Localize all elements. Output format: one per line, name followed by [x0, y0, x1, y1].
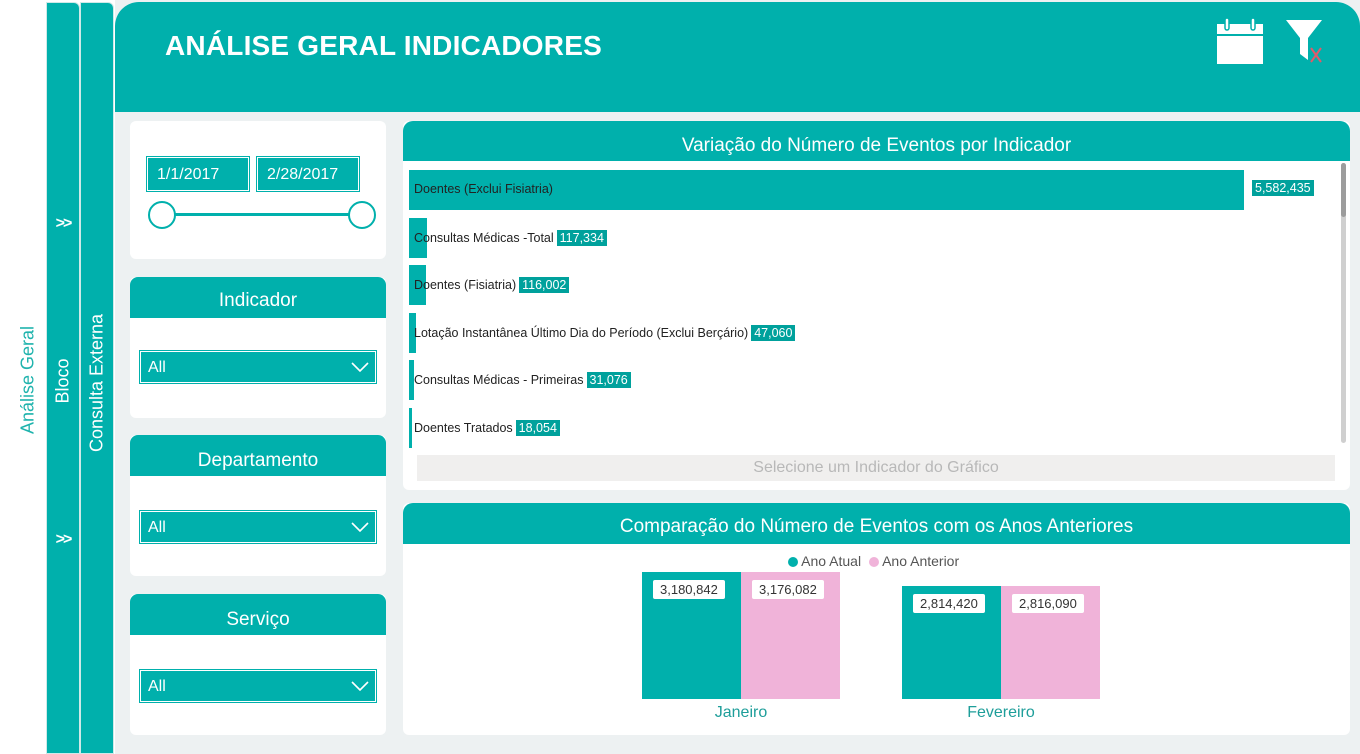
- column-value-label: 3,176,082: [752, 580, 824, 599]
- calendar-icon[interactable]: [1215, 16, 1265, 64]
- bar-category-label: Doentes (Fisiatria) 116,002: [414, 277, 570, 293]
- column-chart-title: Comparação do Número de Eventos com os A…: [403, 503, 1350, 544]
- end-date-handle[interactable]: [348, 201, 376, 229]
- nav-label-consulta-externa[interactable]: Consulta Externa: [87, 314, 108, 452]
- date-range-slicer: 1/1/2017 2/28/2017: [130, 121, 386, 259]
- bar-value-label: 117,334: [556, 229, 607, 246]
- bar-chart-title: Variação do Número de Eventos por Indica…: [403, 121, 1350, 161]
- start-date-handle[interactable]: [148, 201, 176, 229]
- servico-dropdown[interactable]: All: [140, 670, 376, 702]
- indicador-slicer: Indicador All: [130, 277, 386, 418]
- end-date-input[interactable]: 2/28/2017: [257, 157, 359, 191]
- chevron-down-icon: [351, 681, 369, 691]
- column-value-label: 3,180,842: [653, 580, 725, 599]
- bar[interactable]: [409, 407, 412, 448]
- category-text: Lotação Instantânea Último Dia do Períod…: [414, 325, 749, 340]
- departamento-dropdown-value: All: [148, 519, 166, 536]
- filter-clear-icon[interactable]: [1284, 18, 1332, 66]
- servico-dropdown-value: All: [148, 678, 166, 695]
- category-text: Doentes Tratados: [414, 420, 513, 435]
- legend-label-anterior[interactable]: Ano Anterior: [882, 553, 959, 569]
- indicador-slicer-title: Indicador: [130, 277, 386, 318]
- bar-value-label: 116,002: [519, 277, 570, 293]
- bar-category-label: Consultas Médicas -Total 117,334: [414, 229, 607, 246]
- legend-marker-anterior: [868, 557, 879, 567]
- departamento-dropdown[interactable]: All: [140, 511, 376, 543]
- expand-chevron-icon[interactable]: >>: [47, 531, 79, 549]
- legend-marker-atual: [788, 557, 798, 567]
- date-range-track[interactable]: [162, 213, 362, 216]
- departamento-slicer: Departamento All: [130, 435, 386, 576]
- chevron-down-icon: [351, 362, 369, 372]
- column-value-label: 2,816,090: [1012, 594, 1084, 613]
- category-text: Consultas Médicas - Primeiras: [414, 373, 584, 387]
- servico-slicer-title: Serviço: [130, 594, 386, 635]
- column-category-label: Janeiro: [714, 704, 768, 721]
- indicador-dropdown[interactable]: All: [140, 351, 376, 383]
- expand-chevron-icon[interactable]: >>: [47, 215, 79, 233]
- scrollbar-thumb[interactable]: [1341, 163, 1346, 217]
- year-comparison-chart: Comparação do Número de Eventos com os A…: [403, 503, 1350, 735]
- chevron-down-icon: [351, 522, 369, 532]
- chart-legend: Ano Atual Ano Anterior: [788, 553, 959, 569]
- nav-label-bloco[interactable]: Bloco: [53, 358, 74, 403]
- category-text: Doentes (Exclui Fisiatria): [414, 182, 553, 196]
- bar-category-label: Lotação Instantânea Último Dia do Períod…: [414, 324, 796, 341]
- bar-value-label: 31,076: [586, 372, 631, 388]
- legend-label-atual[interactable]: Ano Atual: [801, 553, 861, 569]
- bar-category-label: Consultas Médicas - Primeiras 31,076: [414, 372, 631, 388]
- page-title: ANÁLISE GERAL INDICADORES: [165, 30, 602, 61]
- bar-category-label: Doentes (Exclui Fisiatria): [414, 182, 553, 196]
- nav-strip-analise-geral[interactable]: Análise Geral: [0, 0, 46, 754]
- nav-strip-consulta-externa[interactable]: Consulta Externa: [80, 2, 114, 754]
- column-category-label: Fevereiro: [967, 704, 1035, 721]
- indicator-bar-chart: Variação do Número de Eventos por Indica…: [403, 121, 1350, 490]
- category-text: Consultas Médicas -Total: [414, 230, 554, 245]
- start-date-input[interactable]: 1/1/2017: [147, 157, 249, 191]
- column-value-label: 2,814,420: [913, 594, 985, 613]
- bar-value-label: 5,582,435: [1252, 180, 1314, 196]
- bar-category-label: Doentes Tratados 18,054: [414, 419, 560, 436]
- bar-value-label: 18,054: [515, 419, 560, 436]
- bar-value-label: 47,060: [751, 324, 796, 341]
- servico-slicer: Serviço All: [130, 594, 386, 735]
- select-indicator-hint: Selecione um Indicador do Gráfico: [417, 455, 1335, 481]
- nav-label-analise-geral[interactable]: Análise Geral: [18, 326, 39, 434]
- departamento-slicer-title: Departamento: [130, 435, 386, 476]
- category-text: Doentes (Fisiatria): [414, 278, 517, 292]
- indicador-dropdown-value: All: [148, 359, 166, 376]
- nav-strip-bloco[interactable]: >> Bloco >>: [46, 2, 80, 754]
